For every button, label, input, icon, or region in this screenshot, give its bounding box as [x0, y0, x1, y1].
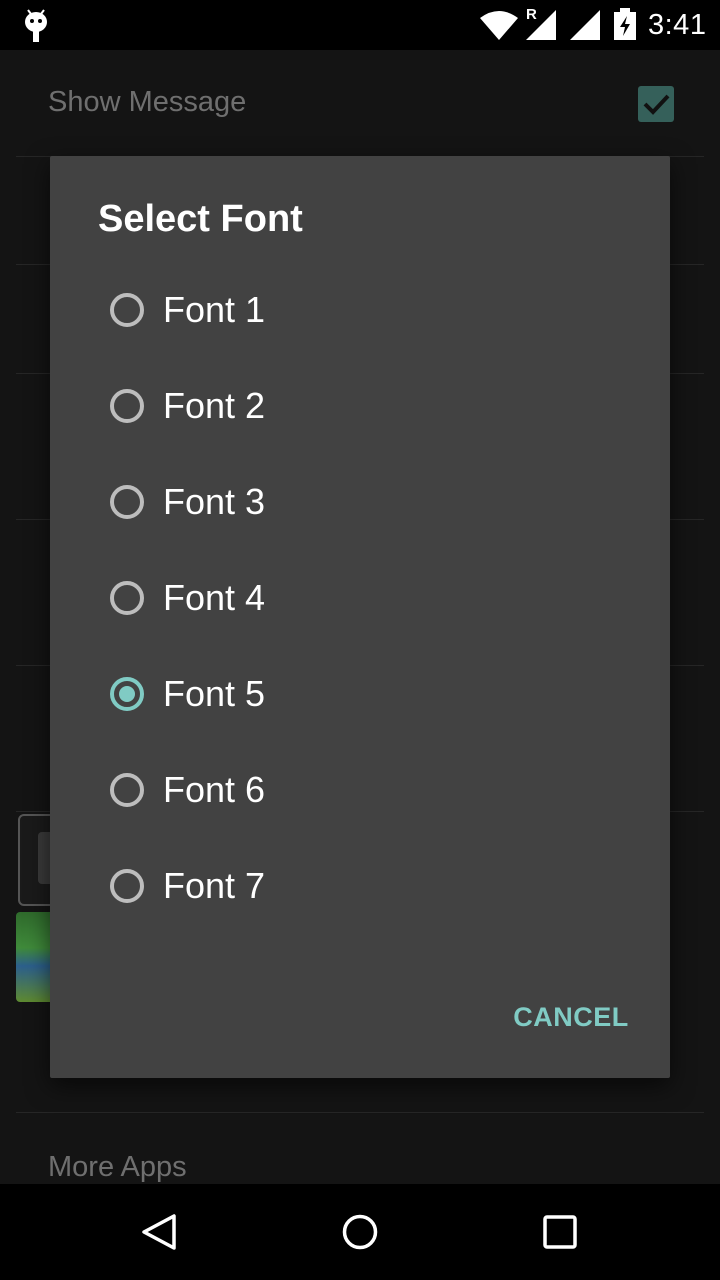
- back-icon[interactable]: [140, 1212, 180, 1252]
- radio-button[interactable]: [110, 581, 144, 615]
- font-option-4[interactable]: Font 4: [98, 561, 658, 641]
- wifi-icon: [480, 11, 518, 40]
- font-option-label: Font 6: [163, 769, 266, 810]
- more-apps-row[interactable]: More Apps: [16, 1113, 704, 1193]
- font-option-label: Font 1: [163, 289, 266, 330]
- radio-button[interactable]: [110, 293, 144, 327]
- font-option-label: Font 5: [163, 673, 266, 714]
- more-apps-label: More Apps: [48, 1151, 187, 1183]
- show-message-row[interactable]: Show Message: [16, 50, 704, 157]
- show-message-checkbox[interactable]: [638, 86, 674, 122]
- font-option-label: Font 3: [163, 481, 266, 522]
- cancel-button[interactable]: CANCEL: [506, 992, 636, 1042]
- radio-button[interactable]: [110, 773, 144, 807]
- roaming-indicator: R: [526, 6, 537, 23]
- navigation-bar: [0, 1184, 720, 1280]
- font-option-7[interactable]: Font 7: [98, 849, 658, 929]
- font-option-2[interactable]: Font 2: [98, 369, 658, 449]
- radio-button[interactable]: [110, 389, 144, 423]
- android-icon: [25, 9, 47, 42]
- battery-charging-icon: [614, 8, 636, 40]
- signal-r-icon: R: [524, 6, 556, 40]
- check-icon: [643, 94, 670, 115]
- font-option-5[interactable]: Font 5: [98, 657, 658, 737]
- font-option-6[interactable]: Font 6: [98, 753, 658, 833]
- font-option-label: Font 2: [163, 385, 266, 426]
- status-time: 3:41: [648, 9, 707, 41]
- status-bar: R 3:41: [0, 0, 720, 50]
- font-option-1[interactable]: Font 1: [98, 273, 658, 353]
- font-option-3[interactable]: Font 3: [98, 465, 658, 545]
- recents-icon[interactable]: [540, 1212, 580, 1252]
- home-icon[interactable]: [340, 1212, 380, 1252]
- radio-button[interactable]: [110, 869, 144, 903]
- radio-button[interactable]: [110, 485, 144, 519]
- font-option-label: Font 7: [163, 865, 266, 906]
- radio-button-selected[interactable]: [110, 677, 144, 711]
- font-option-label: Font 4: [163, 577, 266, 618]
- select-font-dialog: Select Font Font 1 Font 2 Font 3 Font 4 …: [50, 156, 670, 1078]
- show-message-label: Show Message: [48, 86, 247, 118]
- dialog-title: Select Font: [98, 198, 303, 240]
- signal-icon: [570, 10, 600, 40]
